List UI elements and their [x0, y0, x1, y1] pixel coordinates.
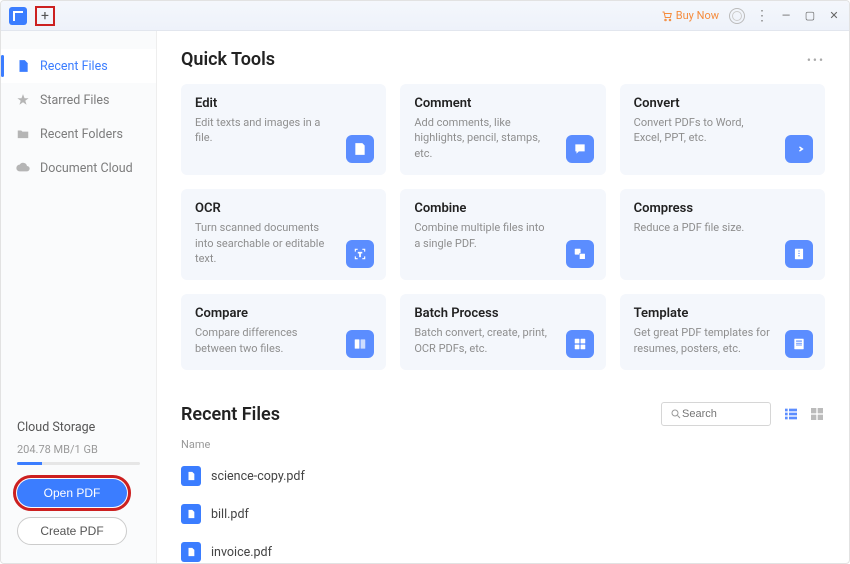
- quick-tools-grid: Edit Edit texts and images in a file. Co…: [181, 84, 825, 370]
- card-combine[interactable]: Combine Combine multiple files into a si…: [400, 189, 605, 280]
- convert-icon: [785, 135, 813, 163]
- sidebar-item-document-cloud[interactable]: Document Cloud: [1, 151, 156, 185]
- file-name: invoice.pdf: [211, 545, 272, 560]
- card-title: Template: [634, 306, 811, 321]
- sidebar-item-label: Recent Files: [40, 59, 108, 74]
- title-bar-right: Buy Now ⋮ — ▢ ✕: [661, 8, 841, 24]
- card-edit[interactable]: Edit Edit texts and images in a file.: [181, 84, 386, 175]
- main-content: Quick Tools ••• Edit Edit texts and imag…: [157, 31, 849, 563]
- card-convert[interactable]: Convert Convert PDFs to Word, Excel, PPT…: [620, 84, 825, 175]
- sidebar-nav: Recent Files Starred Files Recent Folder…: [1, 31, 156, 420]
- buy-now-link[interactable]: Buy Now: [661, 9, 719, 22]
- sidebar: Recent Files Starred Files Recent Folder…: [1, 31, 157, 563]
- buy-now-label: Buy Now: [676, 9, 719, 22]
- title-bar-left: +: [9, 6, 55, 26]
- sidebar-item-label: Recent Folders: [40, 127, 123, 142]
- card-comment[interactable]: Comment Add comments, like highlights, p…: [400, 84, 605, 175]
- app-body: Recent Files Starred Files Recent Folder…: [1, 31, 849, 563]
- batch-icon: [566, 330, 594, 358]
- card-compress[interactable]: Compress Reduce a PDF file size.: [620, 189, 825, 280]
- cart-icon: [661, 10, 673, 22]
- grid-view-icon[interactable]: [809, 406, 825, 422]
- sidebar-bottom: Cloud Storage 204.78 MB/1 GB Open PDF Cr…: [1, 420, 156, 563]
- view-toggle: [783, 406, 825, 422]
- file-row[interactable]: bill.pdf: [181, 495, 825, 533]
- card-title: Edit: [195, 96, 372, 111]
- card-title: Comment: [414, 96, 591, 111]
- pdf-file-icon: [181, 466, 201, 486]
- list-view-icon[interactable]: [783, 406, 799, 422]
- file-name: bill.pdf: [211, 507, 249, 522]
- create-pdf-button[interactable]: Create PDF: [17, 517, 127, 545]
- file-icon: [15, 58, 31, 74]
- card-title: Batch Process: [414, 306, 591, 321]
- svg-text:T: T: [359, 253, 363, 259]
- cloud-storage-bar: [17, 462, 140, 465]
- folder-icon: [15, 126, 31, 142]
- quick-tools-header: Quick Tools •••: [181, 49, 825, 70]
- card-compare[interactable]: Compare Compare differences between two …: [181, 294, 386, 370]
- sidebar-item-recent-files[interactable]: Recent Files: [1, 49, 156, 83]
- edit-icon: [346, 135, 374, 163]
- cloud-icon: [15, 160, 31, 176]
- pdf-file-icon: [181, 542, 201, 562]
- quick-tools-title: Quick Tools: [181, 49, 275, 70]
- sidebar-item-recent-folders[interactable]: Recent Folders: [1, 117, 156, 151]
- app-logo-icon: [9, 7, 27, 25]
- recent-files-header: Recent Files: [181, 402, 825, 426]
- file-row[interactable]: invoice.pdf: [181, 533, 825, 563]
- search-box[interactable]: [661, 402, 771, 426]
- new-tab-button[interactable]: +: [35, 6, 55, 26]
- combine-icon: [566, 240, 594, 268]
- card-desc: Reduce a PDF file size.: [634, 220, 811, 235]
- recent-files-title: Recent Files: [181, 404, 280, 425]
- sidebar-item-starred-files[interactable]: Starred Files: [1, 83, 156, 117]
- sidebar-item-label: Document Cloud: [40, 161, 133, 176]
- close-button[interactable]: ✕: [827, 9, 841, 22]
- language-icon[interactable]: [729, 8, 745, 24]
- card-batch-process[interactable]: Batch Process Batch convert, create, pri…: [400, 294, 605, 370]
- title-bar: + Buy Now ⋮ — ▢ ✕: [1, 1, 849, 31]
- more-menu-icon[interactable]: ⋮: [755, 8, 769, 24]
- open-pdf-button[interactable]: Open PDF: [17, 479, 127, 507]
- file-row[interactable]: science-copy.pdf: [181, 457, 825, 495]
- card-ocr[interactable]: OCR Turn scanned documents into searchab…: [181, 189, 386, 280]
- card-title: OCR: [195, 201, 372, 216]
- comment-icon: [566, 135, 594, 163]
- card-title: Compare: [195, 306, 372, 321]
- cloud-storage-title: Cloud Storage: [17, 420, 140, 435]
- sidebar-item-label: Starred Files: [40, 93, 110, 108]
- compress-icon: [785, 240, 813, 268]
- pdf-file-icon: [181, 504, 201, 524]
- ocr-icon: T: [346, 240, 374, 268]
- column-header-name: Name: [181, 438, 825, 451]
- cloud-storage-usage: 204.78 MB/1 GB: [17, 443, 140, 456]
- star-icon: [15, 92, 31, 108]
- search-icon: [670, 408, 682, 420]
- maximize-button[interactable]: ▢: [803, 9, 817, 22]
- cloud-storage-fill: [17, 462, 42, 465]
- compare-icon: [346, 330, 374, 358]
- file-name: science-copy.pdf: [211, 469, 305, 484]
- template-icon: [785, 330, 813, 358]
- card-title: Compress: [634, 201, 811, 216]
- quick-tools-more-icon[interactable]: •••: [807, 53, 825, 67]
- card-template[interactable]: Template Get great PDF templates for res…: [620, 294, 825, 370]
- card-title: Combine: [414, 201, 591, 216]
- app-window: + Buy Now ⋮ — ▢ ✕ Recent: [0, 0, 850, 564]
- minimize-button[interactable]: —: [779, 9, 793, 22]
- card-title: Convert: [634, 96, 811, 111]
